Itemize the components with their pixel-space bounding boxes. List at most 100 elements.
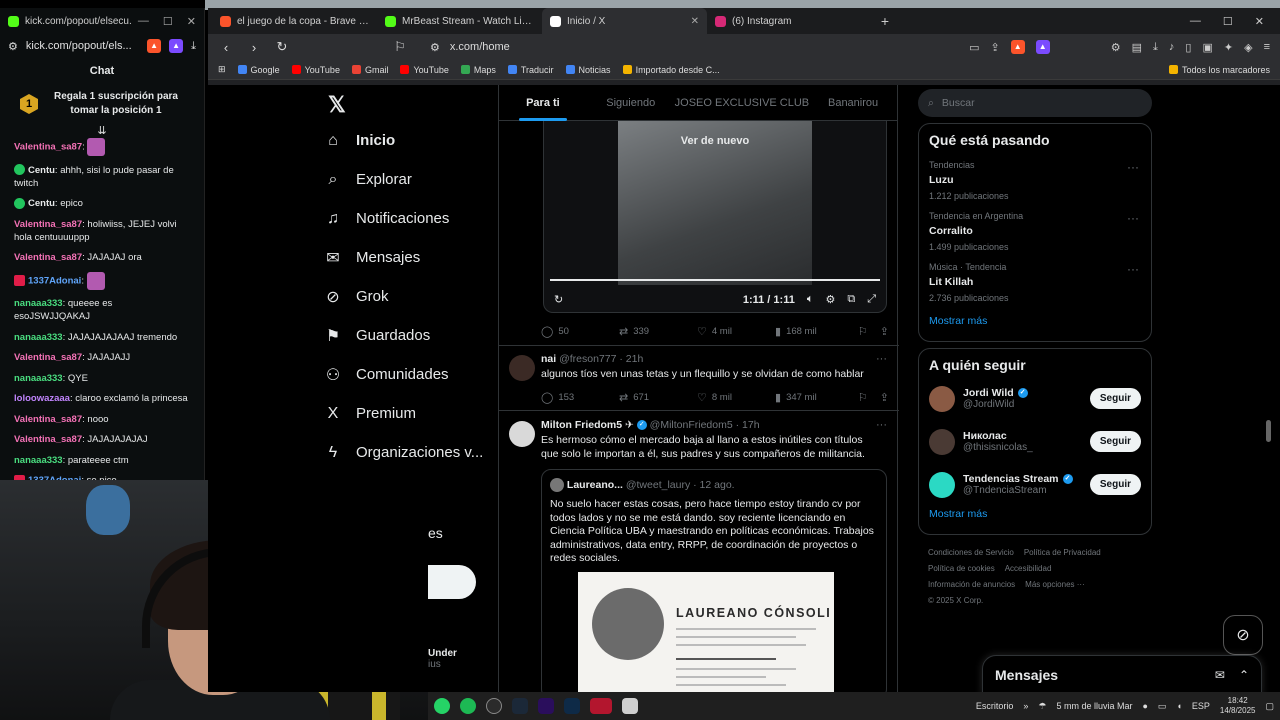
leo-icon[interactable]: ✦ (1224, 41, 1233, 54)
brave-shield-icon[interactable]: ▲ (1010, 40, 1025, 54)
nav-item-grok[interactable]: ⊘ Grok (324, 277, 494, 316)
desktop-app-icon[interactable] (622, 698, 638, 714)
collapse-arrow-icon[interactable]: ⇊ (0, 124, 204, 138)
account-switcher[interactable]: Under ius (428, 648, 457, 670)
more-options-icon[interactable]: ··· (1127, 262, 1139, 276)
browser-tab[interactable]: el juego de la copa - Brave Search (212, 8, 377, 34)
chat-username[interactable]: Valentina_sa87 (14, 219, 82, 230)
maximize-icon[interactable]: ☐ (1223, 15, 1233, 28)
trend-item[interactable]: Tendencias Luzu 1.212 publicaciones ··· (929, 160, 1141, 201)
desktop-label[interactable]: Escritorio (976, 701, 1014, 711)
nav-item-notifications[interactable]: ♫ Notificaciones (324, 199, 494, 238)
follow-button[interactable]: Seguir (1089, 474, 1141, 495)
bookmark-icon[interactable]: ⚐ (392, 39, 408, 55)
close-icon[interactable]: ✕ (187, 15, 196, 28)
fullscreen-icon[interactable]: ⤢ (867, 293, 876, 306)
reply-button[interactable]: ◯ 153 (541, 391, 619, 404)
nav-item-explore[interactable]: ⌕ Explorar (324, 160, 494, 199)
follow-suggestion[interactable]: Jordi Wild ✓ @JordiWild Seguir (929, 377, 1141, 420)
chat-username[interactable]: nanaaa333 (14, 455, 63, 466)
vpn-icon[interactable]: ◈ (1244, 41, 1252, 54)
extensions-icon[interactable]: ⚙ (1111, 41, 1121, 54)
overflow-icon[interactable]: » (1023, 701, 1028, 711)
post-button[interactable] (428, 565, 476, 599)
browser-tab[interactable]: MrBeast Stream - Watch Live on Kick (377, 8, 542, 34)
network-icon[interactable]: ▭ (1158, 701, 1167, 712)
site-info-icon[interactable]: ⚙ (8, 40, 18, 53)
bookmark-item[interactable]: YouTube (291, 65, 340, 75)
cast-icon[interactable]: ▭ (969, 41, 979, 54)
steam-icon[interactable] (512, 698, 528, 714)
share-icon[interactable]: ⇪ (880, 391, 889, 404)
bookmark-item[interactable]: Traducir (507, 65, 554, 75)
grok-button[interactable]: ⊘ (1223, 615, 1263, 655)
share-icon[interactable]: ⇪ (991, 41, 1000, 54)
obs-icon[interactable] (486, 698, 502, 714)
reply-button[interactable]: ◯ 50 (541, 325, 619, 338)
bookmark-item[interactable]: Gmail (351, 65, 388, 75)
whatsapp-icon[interactable] (434, 698, 450, 714)
chat-username[interactable]: Valentina_sa87 (14, 434, 82, 445)
chat-username[interactable]: loloowazaaa (14, 393, 70, 404)
bookmark-item[interactable]: Noticias (565, 65, 611, 75)
brave-shield-icon[interactable]: ▲ (147, 39, 162, 53)
search-input[interactable]: ⌕ Buscar (918, 89, 1152, 117)
nav-item-home[interactable]: ⌂ Inicio (324, 121, 494, 160)
avatar[interactable] (929, 471, 955, 498)
more-options-icon[interactable]: ··· (876, 353, 887, 365)
more-options-icon[interactable]: ··· (876, 419, 887, 431)
rewards-icon[interactable]: ▲ (1035, 40, 1050, 54)
video-progress-bar[interactable] (550, 279, 880, 281)
scrollbar[interactable] (1266, 420, 1271, 442)
volume-icon[interactable]: 🔈︎ (807, 293, 814, 306)
menu-icon[interactable]: ≡ (1264, 41, 1270, 53)
bookmark-item[interactable]: YouTube (400, 65, 449, 75)
reload-icon[interactable]: ↻ (274, 39, 290, 55)
back-icon[interactable]: ‹ (218, 40, 234, 55)
mic-icon[interactable]: ● (1142, 701, 1147, 711)
forward-icon[interactable]: › (246, 40, 262, 55)
browser-tab[interactable]: (6) Instagram (707, 8, 872, 34)
chat-username[interactable]: Centu (28, 165, 55, 176)
notifications-icon[interactable]: ▢ (1265, 701, 1274, 712)
footer-link[interactable]: Política de Privacidad (1024, 548, 1101, 557)
feed-tab[interactable]: JOSEO EXCLUSIVE CLUB (675, 85, 810, 121)
bookmark-item[interactable]: Maps (460, 65, 496, 75)
footer-link[interactable]: Información de anuncios (928, 580, 1015, 589)
new-message-icon[interactable]: ✉ (1215, 668, 1225, 682)
more-options-icon[interactable]: ··· (1127, 211, 1139, 225)
more-options-icon[interactable]: ··· (1127, 160, 1139, 174)
avatar[interactable] (929, 428, 955, 455)
nav-item-bookmarks[interactable]: ⚑ Guardados (324, 316, 494, 355)
feed-tab[interactable]: Bananirou (809, 85, 897, 121)
show-more-trends-link[interactable]: Mostrar más (929, 313, 1141, 333)
rewards-icon[interactable]: ▲ (169, 39, 184, 53)
nav-item-communities[interactable]: ⚇ Comunidades (324, 355, 494, 394)
nav-item-premium[interactable]: X Premium (324, 394, 494, 433)
bookmark-item[interactable]: Importado desde C... (622, 65, 720, 75)
repost-button[interactable]: ⇄ 339 (619, 325, 697, 338)
close-tab-icon[interactable]: ✕ (691, 16, 699, 27)
follow-button[interactable]: Seguir (1089, 431, 1141, 452)
minimize-icon[interactable]: — (1190, 15, 1201, 28)
expand-icon[interactable]: ⌃ (1239, 668, 1249, 682)
photoshop-icon[interactable] (564, 698, 580, 714)
tweet[interactable]: Milton Friedom5 ✈ ✓ @MiltonFriedom5 · 17… (499, 419, 899, 461)
site-settings-icon[interactable]: ⚙ (430, 41, 440, 54)
chat-username[interactable]: Valentina_sa87 (14, 252, 82, 263)
follow-suggestion[interactable]: Tendencias Stream ✓ @TndenciaStream Seguir (929, 463, 1141, 506)
x-logo-icon[interactable]: 𝕏 (324, 85, 494, 121)
footer-link[interactable]: Condiciones de Servicio (928, 548, 1014, 557)
close-icon[interactable]: ✕ (1255, 15, 1264, 28)
show-more-follow-link[interactable]: Mostrar más (929, 506, 1141, 526)
minimize-icon[interactable]: — (138, 15, 149, 28)
download-icon[interactable]: ⤓ (1153, 41, 1158, 54)
chat-username[interactable]: nanaaa333 (14, 332, 63, 343)
feed-tab[interactable]: Para ti (499, 85, 587, 121)
chat-username[interactable]: Valentina_sa87 (14, 352, 82, 363)
views-button[interactable]: ▮ 347 mil (775, 391, 853, 404)
replay-button[interactable]: Ver de nuevo (544, 135, 886, 147)
kick-url[interactable]: kick.com/popout/els... (26, 40, 139, 52)
footer-link[interactable]: © 2025 X Corp. (928, 596, 983, 605)
chat-username[interactable]: Valentina_sa87 (14, 142, 82, 153)
